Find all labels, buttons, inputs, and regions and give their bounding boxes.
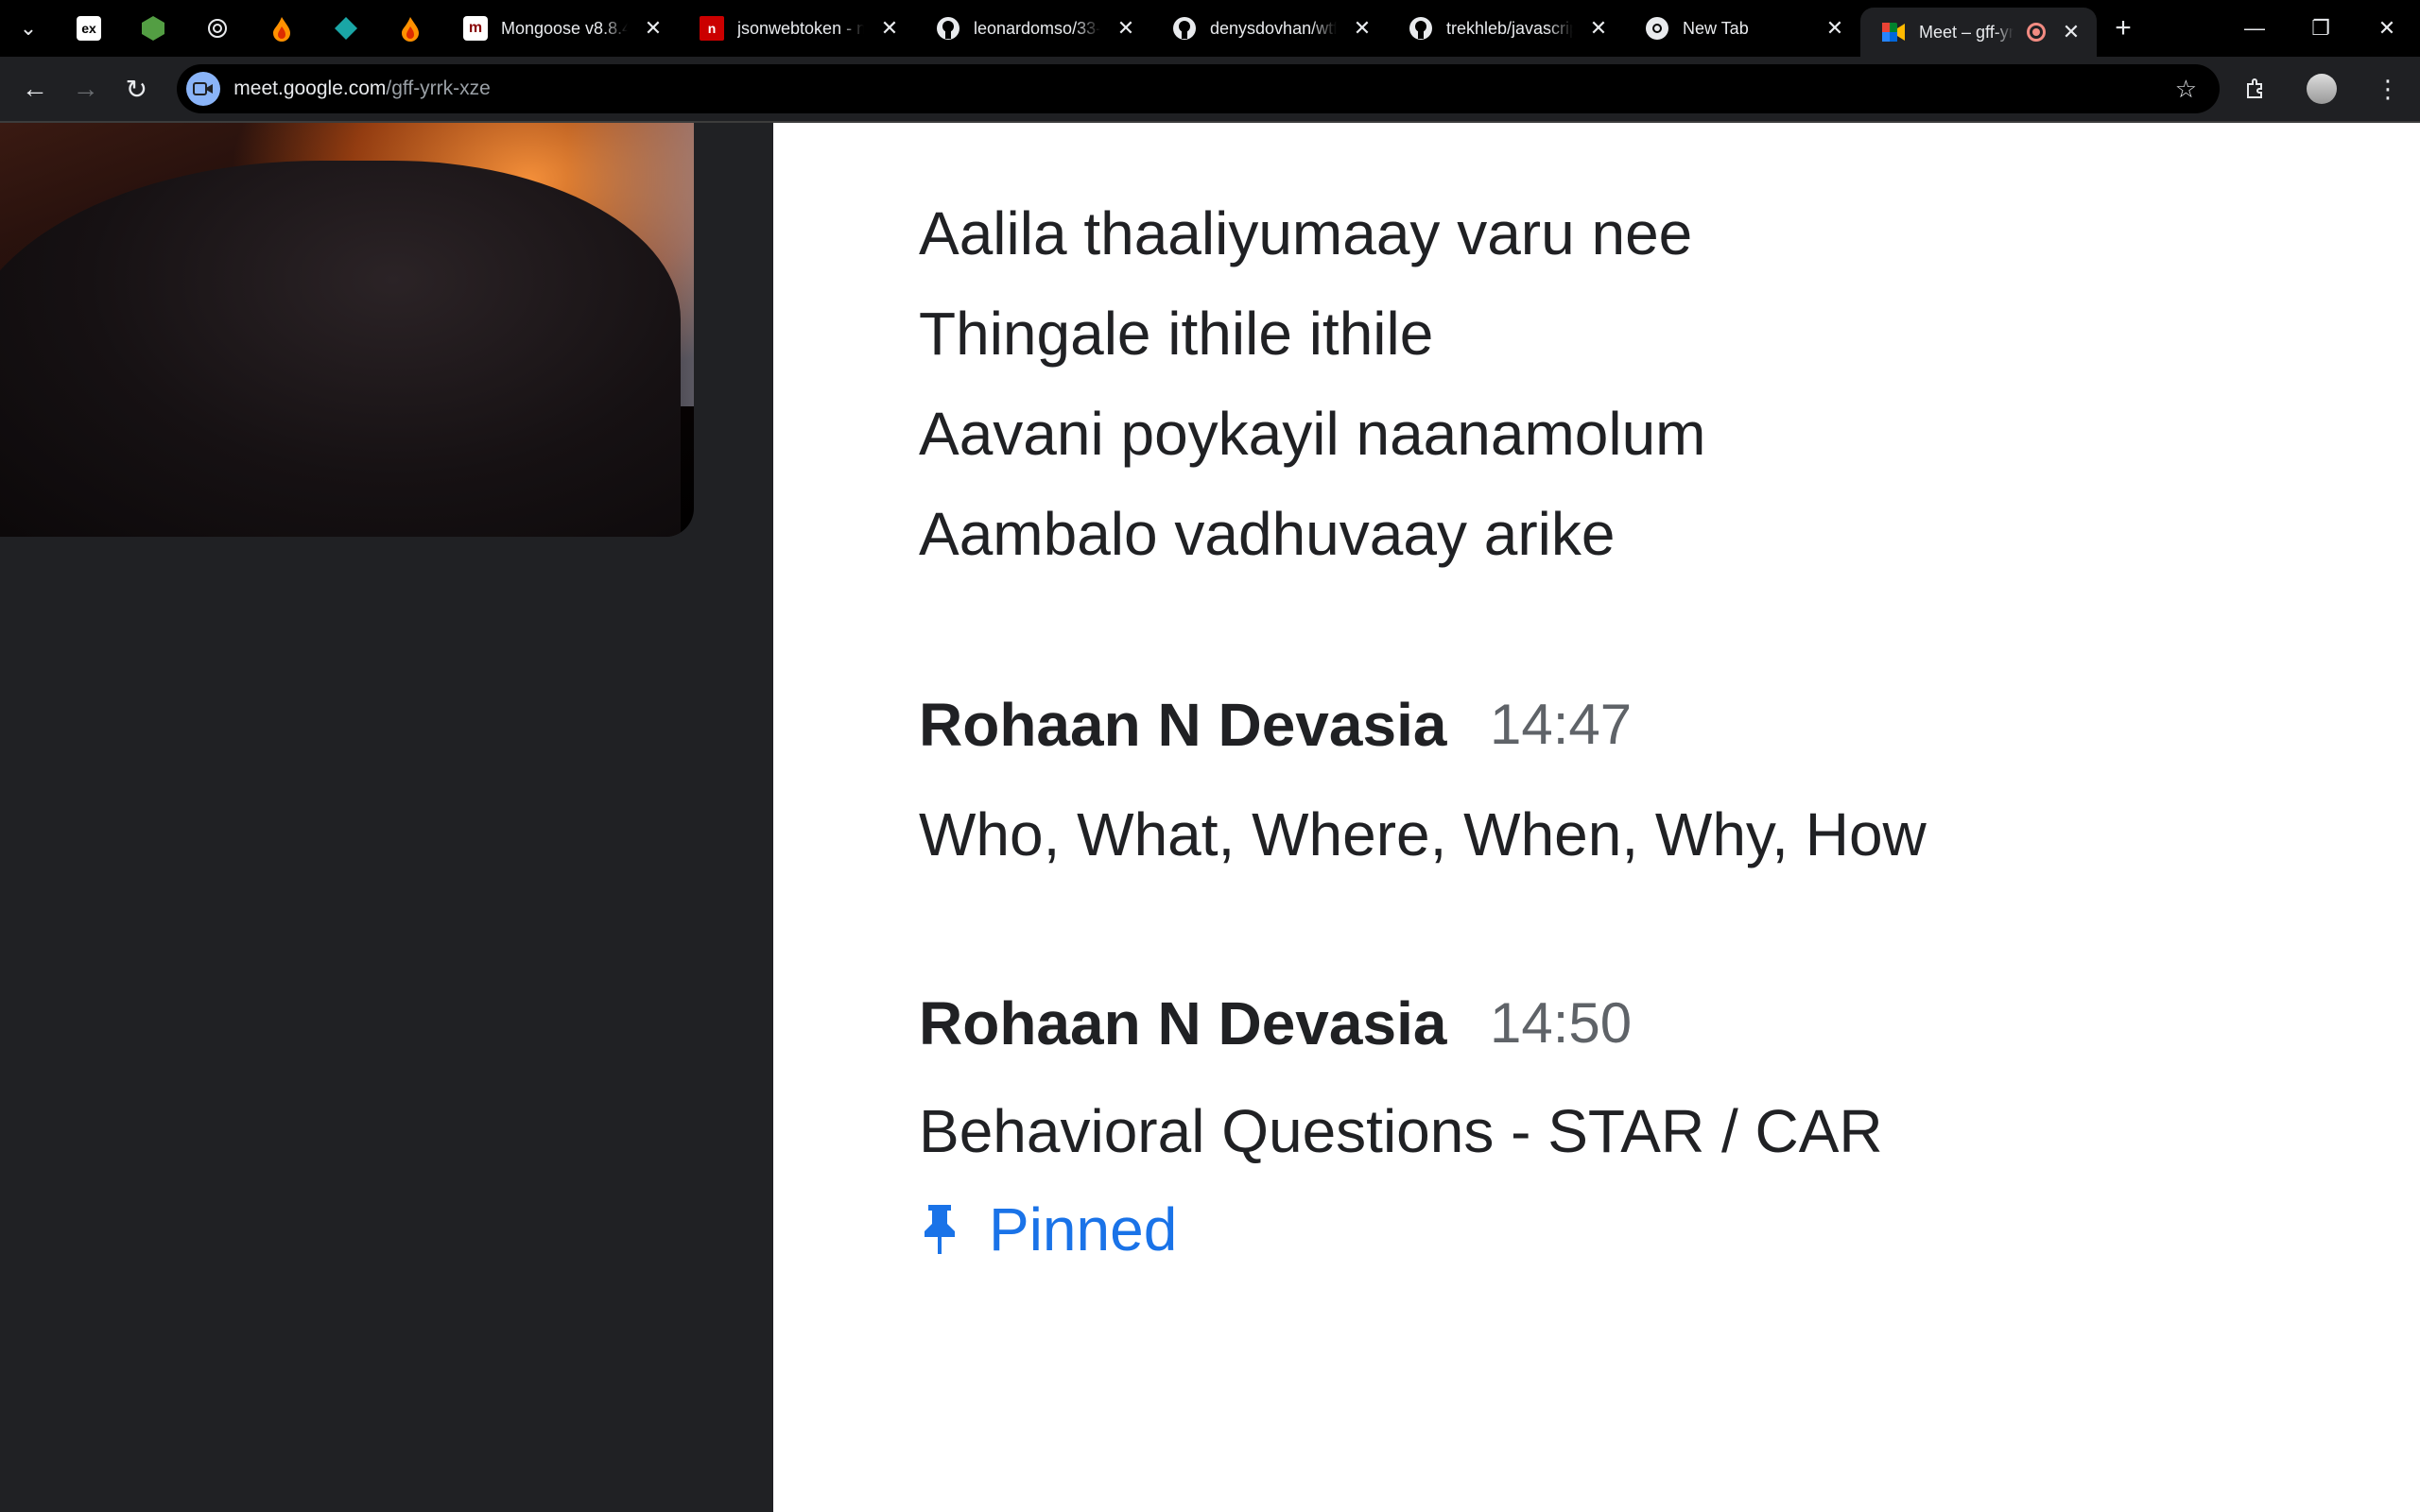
chat-message-line: Aavani poykayil naanamolum [919,400,1706,468]
tab-strip: ⌄ ex m Mongoose v8.8.4: ✕ n jsonwebtoken… [0,0,2420,57]
meet-icon [1882,23,1905,42]
url-text[interactable]: meet.google.com/gff-yrrk-xze [233,77,2161,100]
close-icon[interactable]: ✕ [1823,16,1847,41]
recording-icon [2027,23,2046,42]
tab-new-tab[interactable]: New Tab ✕ [1624,0,1860,57]
chat-message-line: Thingale ithile ithile [919,300,1434,368]
bookmark-star-icon[interactable]: ☆ [2175,75,2210,104]
pinned-indicator[interactable]: Pinned [919,1194,1177,1264]
tab-title: leonardomso/33-js-concepts [974,18,1100,38]
tab-jsonwebtoken[interactable]: n jsonwebtoken - npm ✕ [679,0,915,57]
tab-title: Mongoose v8.8.4: [501,18,628,38]
tab-title: Meet – gff-yrrk-xze [1919,22,2014,42]
close-icon[interactable]: ✕ [877,16,902,41]
reload-button[interactable]: ↻ [112,63,163,114]
forward-button[interactable]: → [60,63,112,114]
url-path: /gff-yrrk-xze [386,77,491,99]
message-time: 14:50 [1490,991,1633,1055]
site-info-icon[interactable] [186,72,221,106]
github-icon [1173,17,1196,40]
back-button[interactable]: ← [9,63,60,114]
restore-button[interactable]: ❐ [2288,0,2354,57]
pin-icon [925,1205,955,1254]
tab-wtfjs[interactable]: denysdovhan/wtfjs ✕ [1151,0,1388,57]
tab-search-button[interactable]: ⌄ [0,0,57,57]
close-icon[interactable]: ✕ [1586,16,1611,41]
profile-avatar[interactable] [2299,66,2344,112]
close-icon[interactable]: ✕ [1350,16,1374,41]
close-icon[interactable]: ✕ [1114,16,1138,41]
openai-icon [208,19,227,38]
mongoose-icon: m [463,16,488,41]
browser-toolbar: ← → ↻ meet.google.com/gff-yrrk-xze ☆ ⋮ [0,57,2420,121]
firebase-icon [402,17,419,42]
chat-message-text: Behavioral Questions - STAR / CAR [919,1097,1883,1165]
tab-title: jsonwebtoken - npm [737,18,864,38]
tab-meet[interactable]: Meet – gff-yrrk-xze ✕ [1860,8,2097,57]
express-icon: ex [77,16,101,41]
close-icon[interactable]: ✕ [2059,20,2083,44]
pinned-tab-firebase-2[interactable] [378,0,442,57]
new-tab-button[interactable]: + [2097,0,2150,57]
chrome-icon [1646,17,1668,40]
pinned-tab-express[interactable]: ex [57,0,121,57]
message-time: 14:47 [1490,693,1633,756]
pinned-tab-firebase[interactable] [250,0,314,57]
firebase-icon [273,17,290,42]
npm-icon: n [700,16,724,41]
pinned-label: Pinned [989,1195,1178,1263]
chat-message-line: Aalila thaaliyumaay varu nee [919,199,1693,267]
tab-33-js-concepts[interactable]: leonardomso/33-js-concepts ✕ [915,0,1151,57]
minimize-button[interactable]: — [2221,0,2288,57]
chat-message-line: Aambalo vadhuvaay arike [919,500,1616,568]
close-icon[interactable]: ✕ [641,16,666,41]
extensions-icon[interactable] [2233,66,2278,112]
tab-javascript-algorithms[interactable]: trekhleb/javascript-algorithms ✕ [1388,0,1624,57]
window-controls: — ❐ ✕ [2221,0,2420,57]
menu-kebab-icon[interactable]: ⋮ [2365,66,2411,112]
tab-title: denysdovhan/wtfjs [1210,18,1337,38]
message-sender: Rohaan N Devasia [919,691,1447,759]
pinned-tab-nodejs[interactable] [121,0,185,57]
diamond-icon [335,17,357,40]
close-window-button[interactable]: ✕ [2354,0,2420,57]
nodejs-icon [142,16,164,41]
chat-panel: Aalila thaaliyumaay varu nee Thingale it… [773,123,2420,1512]
github-icon [1409,17,1432,40]
tab-title: trekhleb/javascript-algorithms [1446,18,1573,38]
message-sender: Rohaan N Devasia [919,989,1447,1057]
address-bar[interactable]: meet.google.com/gff-yrrk-xze ☆ [177,64,2220,113]
meet-video-panel [0,123,773,1512]
github-icon [937,17,959,40]
pinned-tab-openai[interactable] [185,0,250,57]
url-host: meet.google.com [233,77,387,99]
chat-message-text: Who, What, Where, When, Why, How [919,800,1927,868]
avatar [2307,74,2337,104]
tab-title: New Tab [1683,18,1749,38]
participant-video-feed [0,161,681,537]
tab-mongoose[interactable]: m Mongoose v8.8.4: ✕ [442,0,679,57]
pinned-tab-diamond[interactable] [314,0,378,57]
participant-video-tile[interactable] [0,123,694,537]
